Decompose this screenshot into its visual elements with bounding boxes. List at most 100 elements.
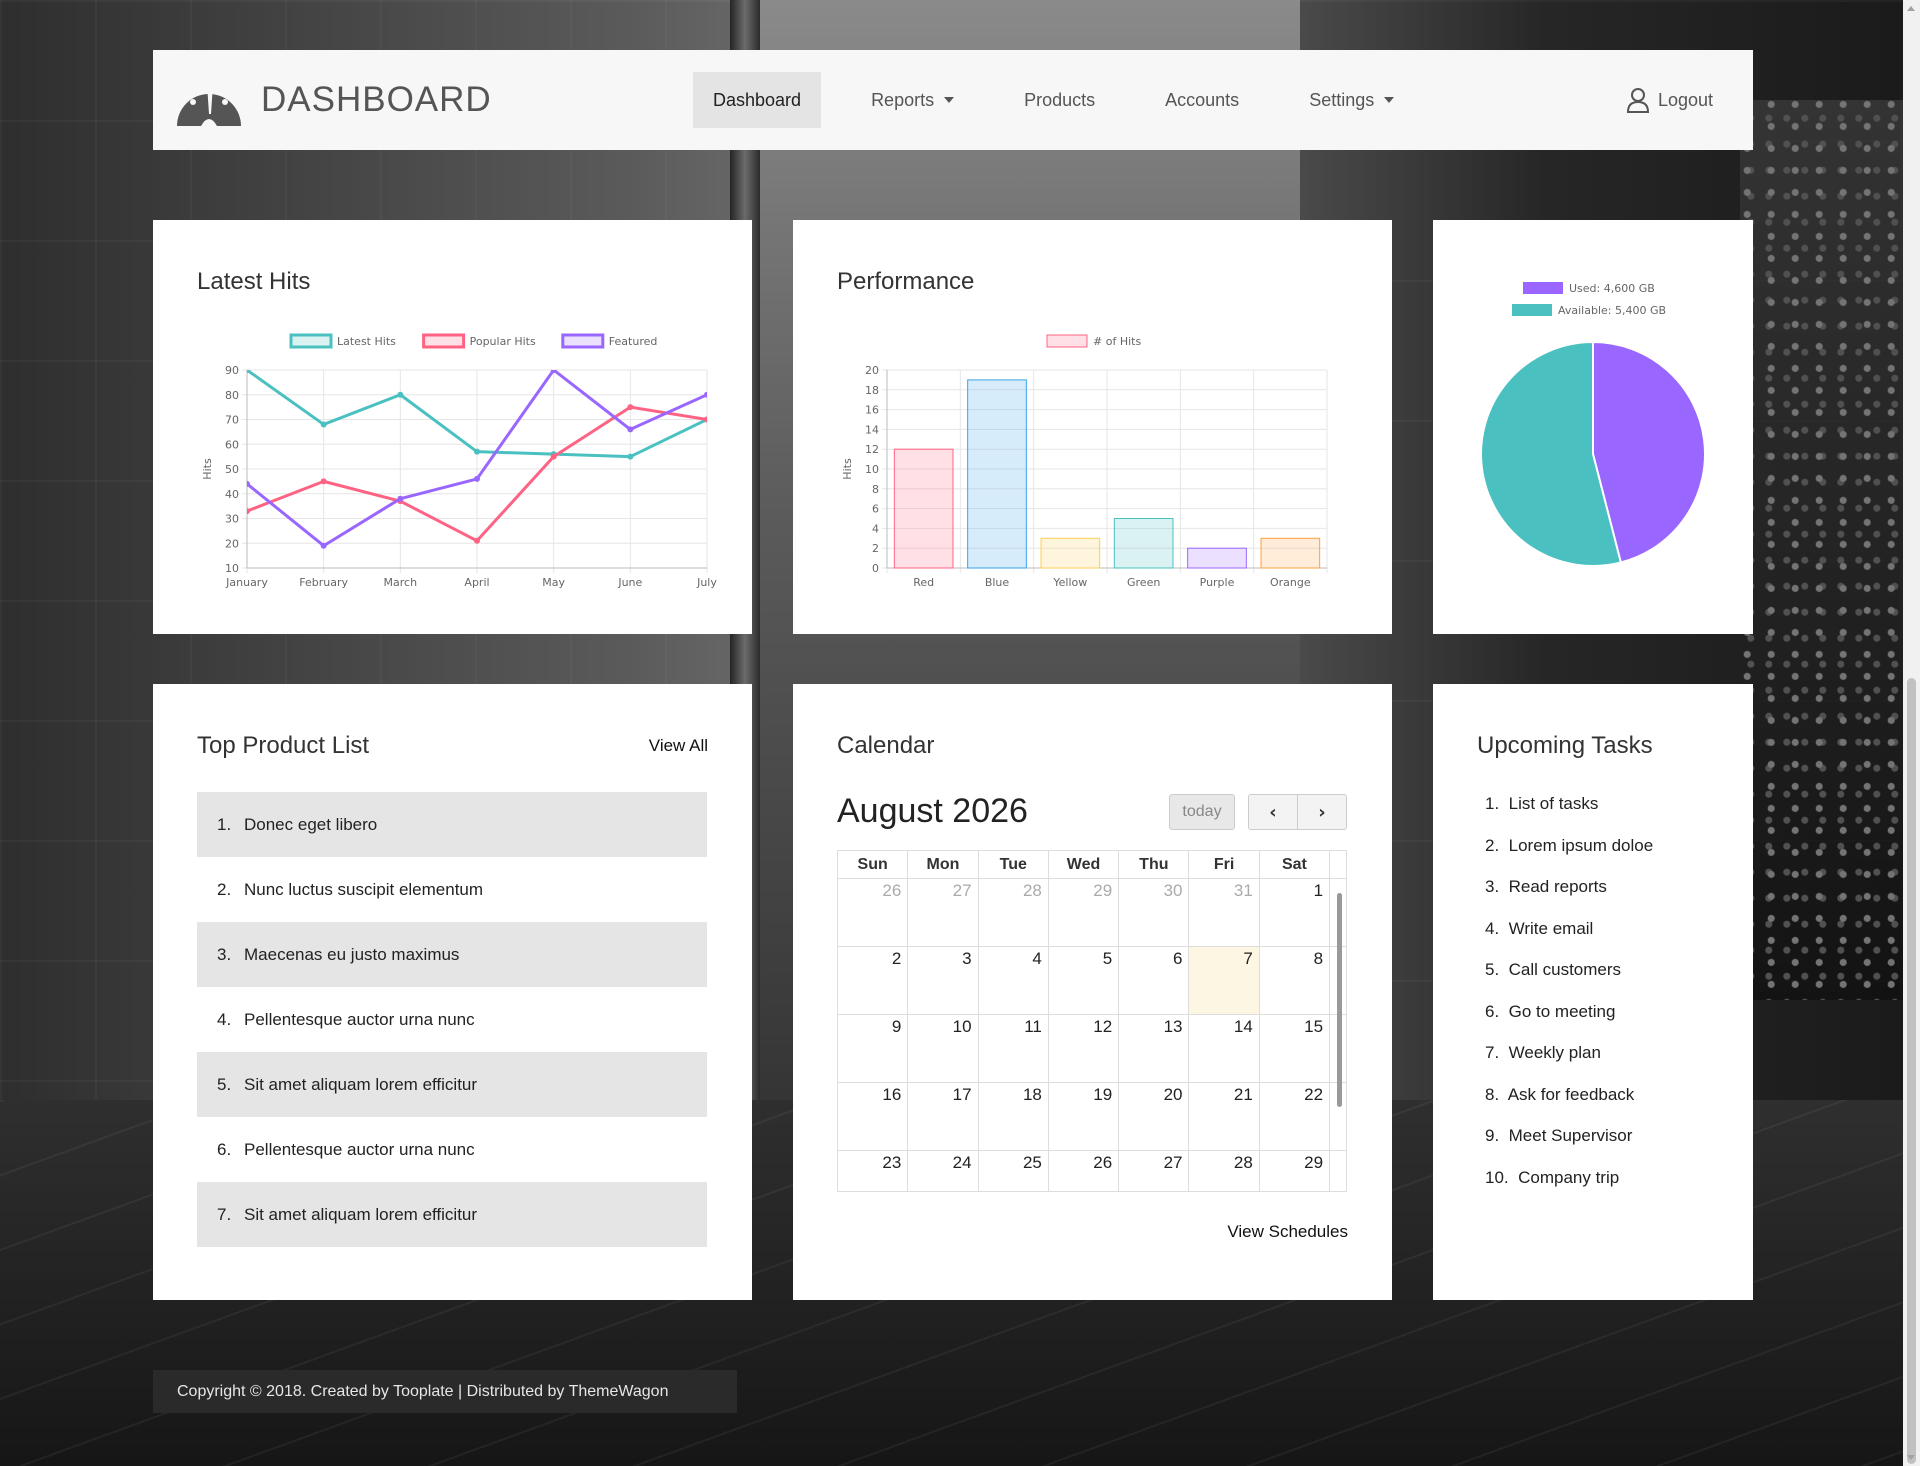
calendar-day[interactable]: 9 bbox=[838, 1015, 909, 1082]
calendar-day[interactable]: 8 bbox=[1260, 947, 1331, 1014]
task-item[interactable]: 3. Read reports bbox=[1485, 877, 1653, 919]
product-name: Pellentesque auctor urna nunc bbox=[244, 1009, 475, 1029]
scroll-down-icon[interactable] bbox=[1907, 1455, 1915, 1460]
x-tick-label: February bbox=[299, 576, 348, 588]
product-list-item[interactable]: 7. Sit amet aliquam lorem efficitur bbox=[197, 1182, 707, 1247]
brand[interactable]: DASHBOARD bbox=[173, 72, 492, 128]
task-item[interactable]: 7. Weekly plan bbox=[1485, 1043, 1653, 1085]
product-list-item[interactable]: 2. Nunc luctus suscipit elementum bbox=[197, 857, 707, 922]
calendar-day[interactable]: 2 bbox=[838, 947, 909, 1014]
calendar-day[interactable]: 31 bbox=[1189, 879, 1260, 946]
calendar-day[interactable]: 27 bbox=[908, 879, 979, 946]
product-name: Nunc luctus suscipit elementum bbox=[244, 879, 484, 899]
task-item[interactable]: 10. Company trip bbox=[1485, 1168, 1653, 1210]
latest-hits-chart[interactable]: 10 20 30 40 50 60 70 80 90 January February March Ap… bbox=[197, 328, 717, 589]
task-label: Call customers bbox=[1508, 960, 1622, 979]
calendar-day[interactable]: 27 bbox=[1119, 1151, 1190, 1191]
legend-swatch bbox=[1046, 334, 1088, 348]
data-point bbox=[320, 478, 327, 485]
calendar-day[interactable]: 22 bbox=[1260, 1083, 1331, 1150]
scroll-up-icon[interactable] bbox=[1907, 6, 1915, 11]
calendar-day[interactable]: 12 bbox=[1049, 1015, 1120, 1082]
list-item-number: 6. bbox=[217, 1139, 232, 1159]
page-scrollbar[interactable] bbox=[1903, 0, 1920, 1466]
nav-accounts[interactable]: Accounts bbox=[1145, 72, 1259, 128]
calendar-day[interactable]: 26 bbox=[838, 879, 909, 946]
task-item[interactable]: 1. List of tasks bbox=[1485, 794, 1653, 836]
view-all-link[interactable]: View All bbox=[649, 736, 708, 756]
calendar-day[interactable]: 13 bbox=[1119, 1015, 1190, 1082]
calendar-day[interactable]: 3 bbox=[908, 947, 979, 1014]
nav-reports-label: Reports bbox=[871, 89, 935, 110]
task-item[interactable]: 8. Ask for feedback bbox=[1485, 1085, 1653, 1127]
calendar-day[interactable]: 24 bbox=[908, 1151, 979, 1191]
task-label: Company trip bbox=[1518, 1167, 1620, 1187]
calendar-day[interactable]: 28 bbox=[979, 879, 1049, 946]
nav-reports[interactable]: Reports bbox=[851, 72, 974, 128]
y-tick-label: 10 bbox=[865, 463, 879, 476]
calendar-day[interactable]: 4 bbox=[979, 947, 1049, 1014]
task-item[interactable]: 9. Meet Supervisor bbox=[1485, 1126, 1653, 1168]
calendar-day[interactable]: 26 bbox=[1049, 1151, 1120, 1191]
nav-dashboard[interactable]: Dashboard bbox=[693, 72, 822, 128]
product-list-item[interactable]: 4. Pellentesque auctor urna nunc bbox=[197, 987, 707, 1052]
calendar-grid: Sun Mon Tue Wed Thu Fri Sat 26 27 28 29 30 31 1 2 3 4 5 6… bbox=[837, 850, 1347, 1192]
product-list-item[interactable]: 5. Sit amet aliquam lorem efficitur bbox=[197, 1052, 707, 1117]
calendar-day[interactable]: 16 bbox=[838, 1083, 909, 1150]
calendar-day[interactable]: 21 bbox=[1189, 1083, 1260, 1150]
nav-products-label: Products bbox=[1024, 89, 1096, 110]
task-item[interactable]: 5. Call customers bbox=[1485, 960, 1653, 1002]
scrollbar-thumb[interactable] bbox=[1907, 678, 1916, 1464]
view-schedules-link[interactable]: View Schedules bbox=[1227, 1222, 1348, 1242]
calendar-day[interactable]: 6 bbox=[1119, 947, 1190, 1014]
legend-label: Latest Hits bbox=[337, 335, 396, 348]
calendar-day[interactable]: 29 bbox=[1049, 879, 1120, 946]
product-list-item[interactable]: 3. Maecenas eu justo maximus bbox=[197, 922, 707, 987]
nav-settings[interactable]: Settings bbox=[1289, 72, 1414, 128]
calendar-body[interactable]: 26 27 28 29 30 31 1 2 3 4 5 6 7 8 9 10 11 12 13 14 15 16 17 18 1… bbox=[838, 879, 1346, 1191]
product-list-item[interactable]: 1. Donec eget libero bbox=[197, 792, 707, 857]
caret-down-icon bbox=[1384, 97, 1395, 103]
task-number: 4. bbox=[1485, 918, 1509, 938]
task-item[interactable]: 4. Write email bbox=[1485, 919, 1653, 961]
x-tick-label: Green bbox=[1127, 576, 1160, 588]
today-button[interactable]: today bbox=[1169, 794, 1235, 830]
task-number: 6. bbox=[1485, 1001, 1509, 1021]
x-tick-label: January bbox=[225, 576, 268, 588]
performance-chart[interactable]: 0 2 4 6 8 10 12 14 16 18 20 Hits # of Hits Red Blue Yel… bbox=[837, 328, 1357, 589]
footer-text: Copyright © 2018. Created by Tooplate | … bbox=[177, 1382, 669, 1400]
calendar-day[interactable]: 20 bbox=[1119, 1083, 1190, 1150]
calendar-scrollbar[interactable] bbox=[1335, 885, 1344, 1185]
calendar-day[interactable]: 25 bbox=[979, 1151, 1049, 1191]
calendar-week: 9 10 11 12 13 14 15 bbox=[838, 1015, 1346, 1083]
calendar-day[interactable]: 7 bbox=[1189, 947, 1260, 1014]
calendar-week: 23 24 25 26 27 28 29 bbox=[838, 1151, 1346, 1191]
calendar-day[interactable]: 28 bbox=[1189, 1151, 1260, 1191]
calendar-day[interactable]: 14 bbox=[1189, 1015, 1260, 1082]
task-item[interactable]: 6. Go to meeting bbox=[1485, 1002, 1653, 1044]
nav-products[interactable]: Products bbox=[1004, 72, 1115, 128]
calendar-day[interactable]: 10 bbox=[908, 1015, 979, 1082]
calendar-day[interactable]: 18 bbox=[979, 1083, 1049, 1150]
calendar-day[interactable]: 30 bbox=[1119, 879, 1190, 946]
data-point bbox=[474, 448, 480, 455]
prev-month-button[interactable]: ‹ bbox=[1248, 794, 1298, 830]
calendar-day[interactable]: 1 bbox=[1260, 879, 1331, 946]
next-month-button[interactable]: › bbox=[1297, 794, 1347, 830]
calendar-day[interactable]: 19 bbox=[1049, 1083, 1120, 1150]
calendar-day[interactable]: 5 bbox=[1049, 947, 1120, 1014]
calendar-day[interactable]: 15 bbox=[1260, 1015, 1331, 1082]
calendar-title: Calendar bbox=[837, 732, 935, 759]
calendar-day[interactable]: 11 bbox=[979, 1015, 1049, 1082]
logout-button[interactable]: Logout bbox=[1626, 72, 1713, 128]
task-item[interactable]: 2. Lorem ipsum doloe bbox=[1485, 836, 1653, 878]
calendar-day[interactable]: 17 bbox=[908, 1083, 979, 1150]
product-name: Maecenas eu justo maximus bbox=[244, 944, 460, 964]
task-number: 9. bbox=[1485, 1126, 1509, 1145]
y-tick-label: 90 bbox=[225, 364, 239, 377]
calendar-day[interactable]: 23 bbox=[838, 1151, 909, 1191]
storage-pie-chart[interactable]: Used: 4,600 GB Available: 5,400 GB bbox=[1433, 272, 1753, 592]
product-list-item[interactable]: 6. Pellentesque auctor urna nunc bbox=[197, 1117, 707, 1182]
calendar-day[interactable]: 29 bbox=[1260, 1151, 1331, 1191]
y-tick-label: 50 bbox=[225, 463, 239, 476]
